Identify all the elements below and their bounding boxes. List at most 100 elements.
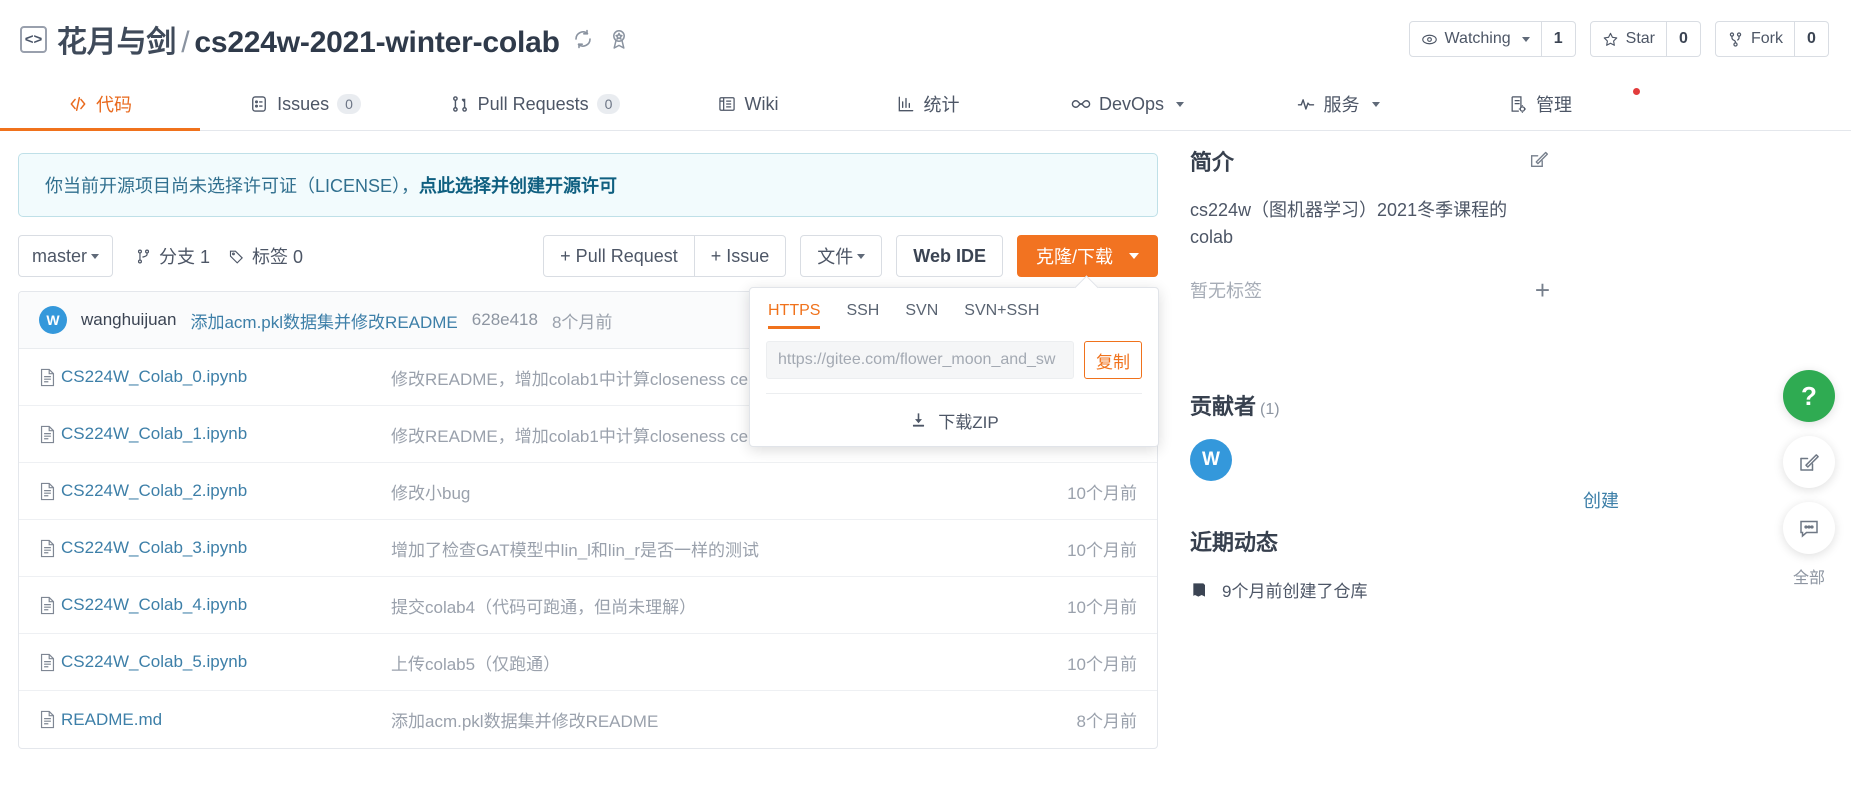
tab-wiki[interactable]: Wiki: [660, 78, 835, 130]
fab-label: 全部: [1792, 570, 1825, 587]
clone-url-row: https://gitee.com/flower_moon_and_sw 复制: [750, 329, 1158, 393]
feedback-fab[interactable]: [1783, 436, 1835, 488]
clone-download-popup: HTTPS SSH SVN SVN+SSH https://gitee.com/…: [749, 287, 1159, 447]
star-count[interactable]: 0: [1667, 21, 1701, 57]
comment-fab[interactable]: [1783, 502, 1835, 554]
contributors-header: 贡献者 (1): [1190, 389, 1550, 421]
repo-nav-tabs: 代码 Issues 0 Pull Requests 0 Wiki 统计 DevO…: [0, 78, 1851, 131]
star-button[interactable]: Star: [1589, 21, 1667, 57]
repo-title-wrap: <> 花月与剑 / cs224w-2021-winter-colab: [20, 17, 632, 61]
clone-url-input[interactable]: https://gitee.com/flower_moon_and_sw: [766, 341, 1074, 379]
new-issue-button[interactable]: + Issue: [694, 235, 787, 277]
edit-icon: [1800, 454, 1819, 471]
main-column: 你当前开源项目尚未选择许可证（LICENSE）， 点此选择并创建开源许可 mas…: [18, 131, 1159, 749]
tab-devops[interactable]: DevOps: [1020, 78, 1235, 130]
branch-selector[interactable]: master: [18, 235, 114, 277]
clone-tab-ssh[interactable]: SSH: [846, 302, 879, 329]
license-banner-link[interactable]: 点此选择并创建开源许可: [419, 172, 617, 198]
table-row[interactable]: CS224W_Colab_4.ipynb 提交colab4（代码可跑通，但尚未理…: [19, 577, 1157, 634]
repo-header: <> 花月与剑 / cs224w-2021-winter-colab Watch…: [0, 0, 1851, 78]
watch-count[interactable]: 1: [1541, 21, 1576, 57]
file-name-link[interactable]: CS224W_Colab_1.ipynb: [61, 424, 391, 444]
contributors-title: 贡献者 (1): [1190, 389, 1280, 421]
activity-text: 9个月前创建了仓库: [1222, 582, 1368, 601]
toolbar-right-actions: + Pull Request + Issue 文件 Web IDE 克隆/下载: [543, 235, 1158, 277]
sidebar: 简介 cs224w（图机器学习）2021冬季课程的colab 暂无标签 + 贡献…: [1190, 131, 1550, 749]
table-row[interactable]: CS224W_Colab_2.ipynb 修改小bug 10个月前: [19, 463, 1157, 520]
star-button-group[interactable]: Star 0: [1589, 21, 1701, 57]
sync-icon[interactable]: [570, 26, 596, 52]
table-row[interactable]: CS224W_Colab_5.ipynb 上传colab5（仅跑通） 10个月前: [19, 634, 1157, 691]
avatar[interactable]: W: [39, 306, 67, 334]
branch-icon: [137, 249, 150, 263]
code-brackets-icon: <>: [20, 25, 47, 53]
clone-download-button[interactable]: 克隆/下载: [1016, 235, 1158, 277]
file-name-link[interactable]: README.md: [61, 710, 391, 730]
clone-download-label: 克隆/下载: [1035, 247, 1113, 267]
activity-item: 9个月前创建了仓库: [1190, 577, 1550, 602]
edit-icon[interactable]: [1528, 148, 1550, 175]
file-name-link[interactable]: CS224W_Colab_2.ipynb: [61, 481, 391, 501]
body-wrap: 你当前开源项目尚未选择许可证（LICENSE）， 点此选择并创建开源许可 mas…: [0, 131, 1851, 749]
file-commit-message: 修改小bug: [391, 483, 471, 503]
fork-count[interactable]: 0: [1795, 21, 1829, 57]
fork-button[interactable]: Fork: [1715, 21, 1795, 57]
chevron-down-icon: [91, 253, 100, 259]
tab-manage[interactable]: 管理: [1440, 78, 1640, 130]
award-badge-icon[interactable]: [606, 26, 632, 52]
infinity-icon: [1071, 100, 1091, 108]
branches-link[interactable]: 分支 1: [135, 243, 210, 269]
web-ide-button[interactable]: Web IDE: [896, 235, 1003, 277]
tab-statistics-label: 统计: [923, 95, 960, 115]
tab-issues[interactable]: Issues 0: [200, 78, 410, 130]
file-commit-message: 增加了检查GAT模型中lin_l和lin_r是否一样的测试: [391, 540, 760, 560]
clone-tab-svn[interactable]: SVN: [905, 302, 938, 329]
tab-code[interactable]: 代码: [0, 78, 200, 131]
create-link[interactable]: 创建: [1583, 487, 1619, 513]
tab-pr-badge: 0: [596, 94, 621, 114]
file-commit-time: 10个月前: [1067, 483, 1137, 503]
tab-statistics[interactable]: 统计: [835, 78, 1020, 130]
repo-owner-link[interactable]: 花月与剑: [57, 26, 176, 59]
commit-message[interactable]: 添加acm.pkl数据集并修改README: [190, 308, 457, 333]
issue-icon: [252, 96, 266, 112]
watch-button-group[interactable]: Watching 1: [1408, 21, 1576, 57]
clone-tab-svn-ssh[interactable]: SVN+SSH: [964, 302, 1039, 329]
tab-wiki-label: Wiki: [744, 93, 779, 114]
title-separator: /: [181, 26, 190, 59]
help-fab[interactable]: ?: [1783, 370, 1835, 422]
download-zip-button[interactable]: 下载ZIP: [750, 394, 1158, 446]
chevron-down-icon: [1371, 101, 1380, 107]
commit-sha[interactable]: 628e418: [472, 310, 538, 330]
file-name-link[interactable]: CS224W_Colab_4.ipynb: [61, 595, 391, 615]
file-commit-message: 上传colab5（仅跑通）: [391, 654, 561, 674]
copy-url-button[interactable]: 复制: [1084, 341, 1142, 379]
file-name-link[interactable]: CS224W_Colab_5.ipynb: [61, 652, 391, 672]
tag-icon: [229, 250, 243, 264]
watch-button[interactable]: Watching: [1408, 21, 1542, 57]
file-commit-message: 添加acm.pkl数据集并修改README: [391, 712, 659, 731]
comment-icon: [1800, 520, 1818, 538]
repo-name-link[interactable]: cs224w-2021-winter-colab: [194, 26, 560, 59]
new-pull-request-button[interactable]: + Pull Request: [543, 235, 695, 277]
tab-services[interactable]: 服务: [1235, 78, 1440, 130]
file-name-link[interactable]: CS224W_Colab_0.ipynb: [61, 367, 391, 387]
file-name-link[interactable]: CS224W_Colab_3.ipynb: [61, 538, 391, 558]
contributor-avatar[interactable]: W: [1190, 439, 1232, 481]
contributors-count: (1): [1260, 401, 1280, 418]
recent-activity-title: 近期动态: [1190, 530, 1279, 555]
table-row[interactable]: CS224W_Colab_3.ipynb 增加了检查GAT模型中lin_l和li…: [19, 520, 1157, 577]
file-commit-message: 提交colab4（代码可跑通，但尚未理解）: [391, 597, 697, 617]
fork-button-group[interactable]: Fork 0: [1715, 21, 1829, 57]
clone-tab-https[interactable]: HTTPS: [768, 302, 821, 329]
files-dropdown-button[interactable]: 文件: [800, 235, 883, 277]
repo-description: cs224w（图机器学习）2021冬季课程的colab: [1190, 200, 1508, 247]
file-icon: [39, 425, 61, 444]
table-row[interactable]: README.md 添加acm.pkl数据集并修改README 8个月前: [19, 691, 1157, 748]
plus-icon[interactable]: +: [1535, 277, 1550, 303]
tags-link[interactable]: 标签 0: [228, 243, 303, 269]
commit-author[interactable]: wanghuijuan: [81, 310, 176, 330]
file-icon: [39, 539, 61, 558]
tab-pull-requests[interactable]: Pull Requests 0: [410, 78, 660, 130]
files-dropdown-label: 文件: [817, 247, 854, 267]
